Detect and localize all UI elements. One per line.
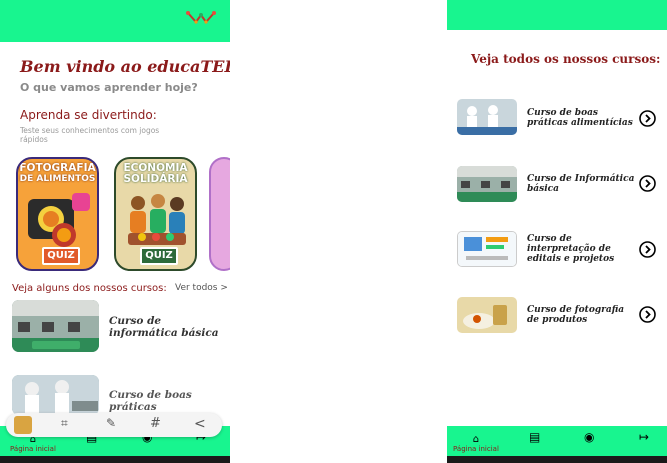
people-illustration-icon xyxy=(128,194,186,245)
quiz-title: FOTOGRAFIA DE ALIMENTOS xyxy=(19,162,96,185)
course-thumbnail[interactable] xyxy=(457,231,517,267)
nav-home[interactable]: ⌂ Página inicial xyxy=(453,431,499,453)
quiz-badge: QUIZ xyxy=(140,247,178,265)
system-nav-strip xyxy=(447,456,667,463)
chevron-right-icon[interactable] xyxy=(639,306,656,323)
course-thumbnail[interactable] xyxy=(12,375,99,415)
share-icon[interactable]: < xyxy=(194,416,206,432)
welcome-heading: Bem vindo ao educaTEIAS! xyxy=(20,57,230,76)
classroom-photo-icon xyxy=(457,166,517,202)
chevron-right-icon[interactable] xyxy=(639,241,656,258)
nav-home-label: Página inicial xyxy=(10,445,56,453)
kitchen-photo-icon xyxy=(457,99,517,135)
nav-library[interactable]: ▤ xyxy=(529,430,540,444)
course-title[interactable]: Curso de boas práticas alimentícias xyxy=(527,108,637,128)
nav-profile[interactable]: ◉ xyxy=(584,430,594,444)
nav-home-label: Página inicial xyxy=(453,445,499,453)
screenshot-share-toolbar: ⌗ ✎ # < xyxy=(6,413,222,437)
scan-icon[interactable]: ⌗ xyxy=(61,416,68,431)
home-screen: Bem vindo ao educaTEIAS! O que vamos apr… xyxy=(0,0,230,463)
nav-logout[interactable]: ↦ xyxy=(639,430,649,444)
home-icon: ⌂ xyxy=(472,434,480,445)
courses-screen: Veja todos os nossos cursos: Curso de bo… xyxy=(447,0,667,463)
library-icon: ▤ xyxy=(529,430,541,444)
logout-icon: ↦ xyxy=(639,430,650,444)
course-thumbnail[interactable] xyxy=(457,166,517,202)
chevron-right-icon[interactable] xyxy=(639,110,656,127)
chevron-right-icon[interactable] xyxy=(639,175,656,192)
classroom-photo-icon xyxy=(12,300,99,352)
quiz-card-partial[interactable] xyxy=(209,157,230,271)
course-thumbnail[interactable] xyxy=(457,99,517,135)
course-thumbnail[interactable] xyxy=(457,297,517,333)
course-title[interactable]: Curso de interpretação de editais e proj… xyxy=(527,234,637,264)
product-photo-icon xyxy=(457,297,517,333)
app-thumbnail-icon[interactable] xyxy=(14,416,32,434)
top-bar xyxy=(447,0,667,30)
fun-section-title: Aprenda se divertindo: xyxy=(20,108,157,122)
see-all-link[interactable]: Ver todos > xyxy=(175,283,228,293)
page-title: Veja todos os nossos cursos: xyxy=(471,52,661,66)
courses-heading: Veja alguns dos nossos cursos: xyxy=(12,283,167,294)
profile-icon: ◉ xyxy=(584,430,595,444)
quiz-card-solidarity-economy[interactable]: ECONOMIA SOLIDÁRIA QUIZ xyxy=(114,157,197,271)
fun-section-desc: Teste seus conhecimentos com jogos rápid… xyxy=(20,126,160,144)
quiz-badge: QUIZ xyxy=(42,247,80,265)
top-bar xyxy=(0,0,230,42)
subtitle: O que vamos aprender hoje? xyxy=(20,81,198,94)
course-title[interactable]: Curso de fotografia de produtos xyxy=(527,305,637,325)
teias-logo-icon xyxy=(186,11,216,24)
camera-food-illustration-icon xyxy=(28,193,90,247)
system-nav-strip xyxy=(0,456,230,463)
course-thumbnail[interactable] xyxy=(12,300,99,352)
kitchen-photo-icon xyxy=(12,375,99,415)
quiz-card-food-photography[interactable]: FOTOGRAFIA DE ALIMENTOS QUIZ xyxy=(16,157,99,271)
quiz-title: ECONOMIA SOLIDÁRIA xyxy=(123,162,188,185)
course-title[interactable]: Curso de informática básica xyxy=(109,315,224,339)
hashtag-icon[interactable]: # xyxy=(150,416,161,431)
course-title[interactable]: Curso de Informática básica xyxy=(527,174,637,194)
bottom-nav: ⌂ Página inicial ▤ ◉ ↦ xyxy=(447,426,667,456)
documents-illustration-icon xyxy=(458,232,516,266)
edit-icon[interactable]: ✎ xyxy=(106,416,116,430)
